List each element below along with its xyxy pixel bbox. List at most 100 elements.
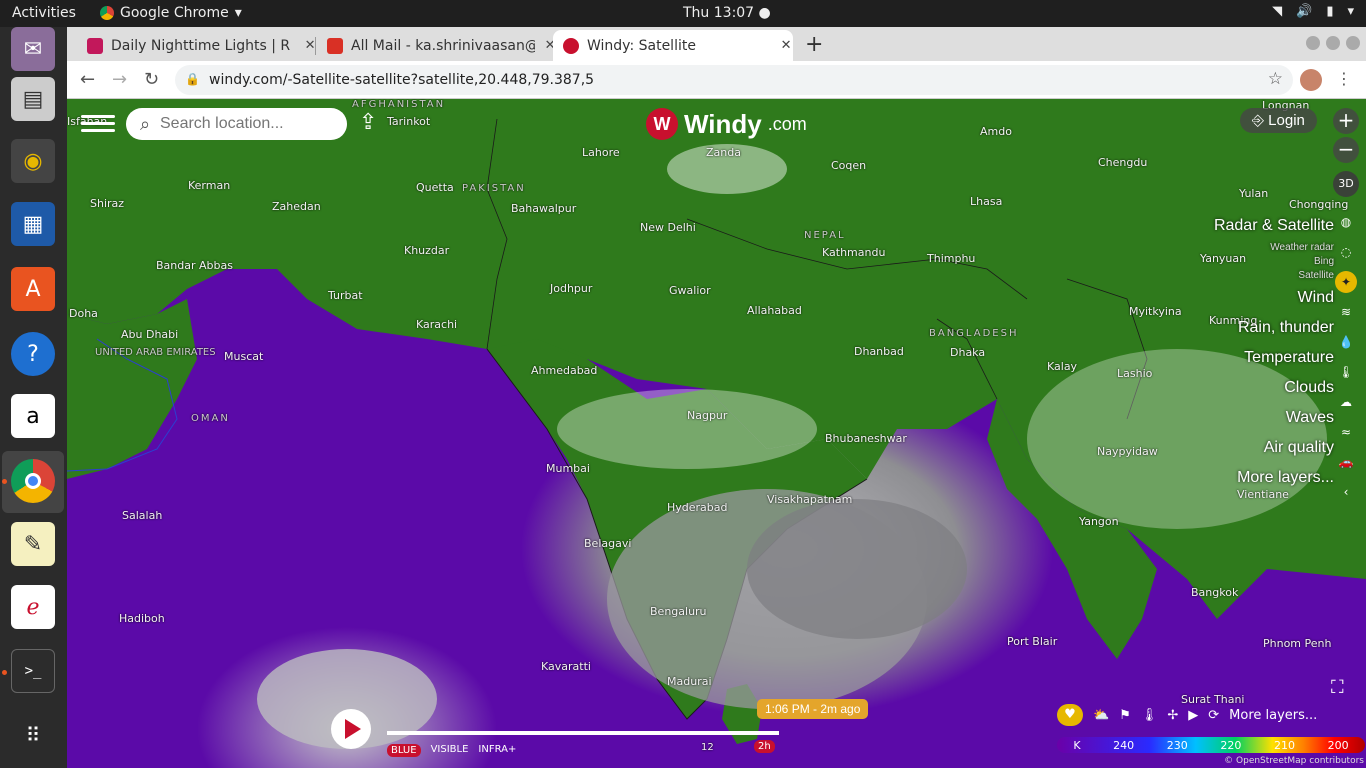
tab-windy-satellite[interactable]: Windy: Satellite ✕	[553, 30, 793, 61]
close-window-button[interactable]	[1346, 36, 1360, 50]
dock-app-icon[interactable]: ✉	[11, 27, 55, 71]
share-icon[interactable]: ⇪	[359, 110, 377, 135]
chevron-left-icon[interactable]: ‹	[1335, 481, 1357, 503]
thermometer-icon[interactable]: 🌡	[1141, 708, 1158, 723]
more-layers-button[interactable]: More layers...	[1229, 708, 1317, 723]
maximize-button[interactable]	[1326, 36, 1340, 50]
waves-icon[interactable]: ≈	[1335, 421, 1357, 443]
zoom-in-button[interactable]: +	[1333, 108, 1359, 134]
tab-nighttime-lights[interactable]: Daily Nighttime Lights | R ✕	[77, 30, 317, 61]
video-icon[interactable]: ▶	[1188, 708, 1198, 723]
city-label: Zanda	[706, 146, 741, 159]
search-input[interactable]	[160, 115, 330, 133]
heart-icon[interactable]: ♥	[1057, 704, 1083, 726]
play-button[interactable]	[331, 709, 371, 749]
flag-icon[interactable]: ⚑	[1119, 708, 1131, 723]
files-icon[interactable]: ▤	[11, 77, 55, 121]
raindrop-icon[interactable]: 💧	[1335, 331, 1357, 353]
timeline-bar[interactable]	[387, 731, 779, 735]
3d-button[interactable]: 3D	[1333, 171, 1359, 197]
fan-icon[interactable]: ✢	[1167, 708, 1178, 723]
layer-sub-satellite[interactable]: Satellite	[1214, 269, 1334, 283]
cloud-mass	[747, 499, 967, 639]
system-tray[interactable]: ◥ 🔊 ▮ ▾	[1272, 4, 1354, 19]
layer-sub-bing[interactable]: Bing	[1214, 255, 1334, 269]
logo-text: Windy	[684, 108, 762, 139]
city-label: Bandar Abbas	[156, 259, 233, 272]
running-indicator	[2, 479, 7, 484]
battery-icon: ▮	[1326, 4, 1334, 19]
wifi-icon: ◥	[1272, 4, 1283, 19]
time-tick: 12	[701, 742, 714, 753]
rhythmbox-icon[interactable]: ◉	[11, 139, 55, 183]
document-viewer-icon[interactable]: ℯ	[11, 585, 55, 629]
layer-sub-weather-radar[interactable]: Weather radar	[1214, 241, 1334, 255]
chrome-dock-icon[interactable]	[11, 459, 55, 503]
weather-icon[interactable]: ⛅	[1093, 708, 1109, 723]
city-label: Quetta	[416, 181, 454, 194]
forward-button[interactable]: →	[112, 69, 127, 90]
minimize-button[interactable]	[1306, 36, 1320, 50]
profile-avatar[interactable]	[1300, 69, 1322, 91]
search-box[interactable]: ⌕	[126, 108, 347, 140]
color-scale-legend[interactable]: K 240 230 220 210 200	[1057, 737, 1365, 753]
layer-item-air-quality[interactable]: Air quality	[1214, 433, 1334, 463]
radar-sweep-icon[interactable]: ⟳	[1208, 708, 1219, 723]
reload-button[interactable]: ↻	[144, 69, 159, 90]
lock-icon[interactable]: 🔒	[185, 72, 200, 86]
show-applications-icon[interactable]: ⠿	[11, 713, 55, 757]
city-label: Bengaluru	[650, 605, 707, 618]
city-label: Tarinkot	[387, 115, 431, 128]
car-icon[interactable]: 🚗	[1335, 451, 1357, 473]
clock[interactable]: Thu 13:07 ●	[683, 5, 771, 21]
terminal-icon[interactable]: >_	[11, 649, 55, 693]
new-tab-button[interactable]: +	[805, 32, 823, 57]
satellite-map[interactable]: AFGHANISTAN Isfahan PAKISTAN Lahore Zand…	[67, 99, 1366, 768]
tab-title: All Mail - ka.shrinivaasan@	[351, 37, 536, 54]
amazon-icon[interactable]: a	[11, 394, 55, 438]
layer-item-wind[interactable]: Wind	[1214, 283, 1334, 313]
login-button[interactable]: ⎆ Login	[1240, 108, 1317, 133]
attribution[interactable]: © OpenStreetMap contributors	[1224, 756, 1364, 766]
help-icon[interactable]: ?	[11, 332, 55, 376]
back-button[interactable]: ←	[80, 69, 95, 90]
app-menu[interactable]: Google Chrome ▾	[100, 5, 242, 21]
bookmark-star-icon[interactable]: ☆	[1268, 69, 1283, 89]
fullscreen-icon[interactable]: ⛶	[1331, 677, 1344, 698]
band-infra[interactable]: INFRA+	[478, 744, 516, 757]
menu-hamburger-icon[interactable]	[81, 111, 115, 139]
layer-item-waves[interactable]: Waves	[1214, 403, 1334, 433]
globe-icon[interactable]: ◍	[1335, 211, 1357, 233]
activities-button[interactable]: Activities	[12, 5, 76, 21]
city-label: Abu Dhabi	[121, 328, 179, 341]
layer-item-rain[interactable]: Rain, thunder	[1214, 313, 1334, 343]
zoom-out-button[interactable]: −	[1333, 137, 1359, 163]
chevron-down-icon: ▾	[234, 5, 242, 21]
city-label: Myitkyina	[1129, 305, 1182, 318]
radar-icon[interactable]: ◌	[1335, 241, 1357, 263]
thermometer-icon[interactable]: 🌡	[1335, 361, 1357, 383]
timestamp-tooltip: 1:06 PM - 2m ago	[757, 699, 869, 719]
layer-item-more-layers[interactable]: More layers...	[1214, 463, 1334, 493]
layer-item-radar-satellite[interactable]: Radar & Satellite	[1214, 211, 1334, 241]
satellite-icon[interactable]: ✦	[1335, 271, 1357, 293]
band-visible[interactable]: VISIBLE	[431, 744, 469, 757]
band-blue[interactable]: BLUE	[387, 744, 421, 757]
writer-icon[interactable]: ▦	[11, 202, 55, 246]
software-center-icon[interactable]: A	[11, 267, 55, 311]
text-editor-icon[interactable]: ✎	[11, 522, 55, 566]
time-tick-selected[interactable]: 2h	[754, 740, 775, 753]
windy-logo[interactable]: W Windy .com	[646, 108, 807, 140]
wind-icon[interactable]: ≋	[1335, 301, 1357, 323]
band-selector: BLUE VISIBLE INFRA+	[387, 744, 516, 757]
tab-strip: Daily Nighttime Lights | R ✕ All Mail - …	[67, 27, 1366, 61]
layer-item-temperature[interactable]: Temperature	[1214, 343, 1334, 373]
menu-kebab-icon[interactable]: ⋮	[1336, 69, 1352, 88]
close-icon[interactable]: ✕	[779, 38, 793, 53]
tab-all-mail[interactable]: All Mail - ka.shrinivaasan@ ✕	[317, 30, 557, 61]
city-label: Yangon	[1079, 515, 1119, 528]
city-label: Yulan	[1239, 187, 1269, 200]
cloud-icon[interactable]: ☁	[1335, 391, 1357, 413]
layer-item-clouds[interactable]: Clouds	[1214, 373, 1334, 403]
address-bar[interactable]: 🔒 windy.com/-Satellite-satellite?satelli…	[175, 65, 1293, 95]
